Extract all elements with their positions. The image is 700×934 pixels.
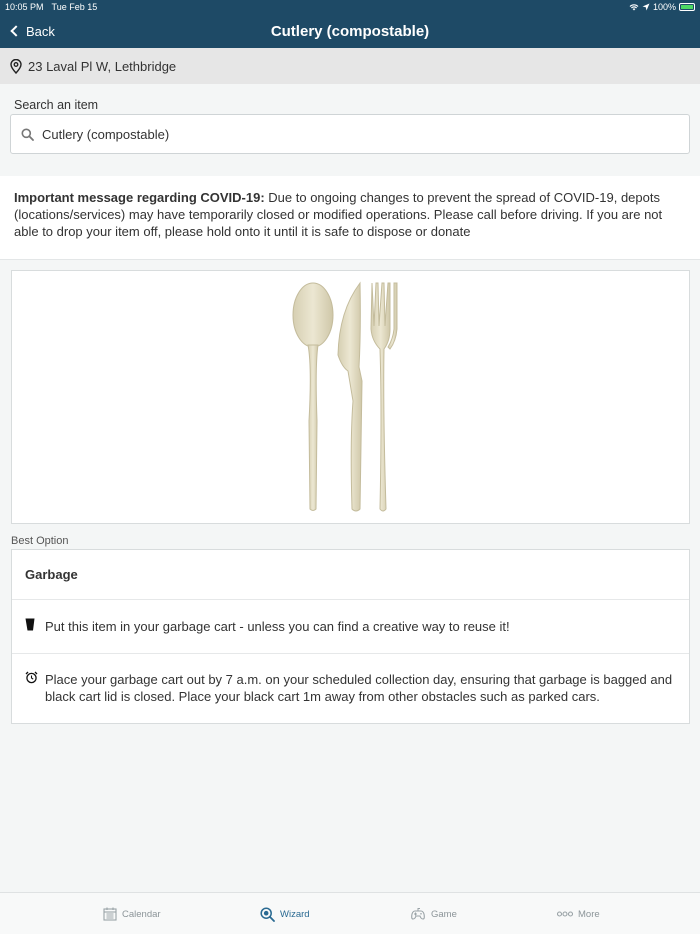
cutlery-illustration [292, 281, 398, 512]
navigation-bar: Back Cutlery (compostable) [0, 14, 700, 48]
tab-label: Wizard [280, 908, 310, 920]
item-image [11, 270, 690, 524]
tab-label: Game [431, 908, 457, 920]
search-value: Cutlery (compostable) [42, 126, 170, 142]
instruction-collection-day: Place your garbage cart out by 7 a.m. on… [45, 672, 673, 704]
page-title: Cutlery (compostable) [270, 22, 430, 40]
search-input[interactable]: Cutlery (compostable) [10, 114, 690, 154]
instruction-row: Put this item in your garbage cart - unl… [12, 600, 689, 654]
alarm-clock-icon [25, 671, 38, 684]
search-section: Search an item Cutlery (compostable) [0, 84, 700, 176]
status-date: Tue Feb 15 [51, 2, 98, 12]
battery-icon [679, 3, 695, 11]
battery-percent: 100% [652, 2, 676, 12]
instruction-row: Place your garbage cart out by 7 a.m. on… [12, 654, 689, 724]
garbage-bin-icon [25, 618, 35, 631]
fork-shape [370, 282, 398, 512]
tab-more[interactable]: More [557, 893, 600, 934]
more-icon [557, 911, 573, 917]
knife-shape [337, 281, 363, 512]
tab-wizard[interactable]: Wizard [260, 893, 310, 934]
best-option-card: Garbage Put this item in your garbage ca… [11, 549, 690, 724]
location-address: 23 Laval Pl W, Lethbridge [28, 58, 177, 74]
instruction-reuse: Put this item in your garbage cart - unl… [45, 619, 510, 634]
spoon-shape [292, 282, 334, 511]
location-bar[interactable]: 23 Laval Pl W, Lethbridge [0, 48, 700, 84]
back-label: Back [26, 23, 55, 39]
status-time: 10:05 PM [5, 2, 44, 12]
calendar-icon [103, 907, 117, 921]
wifi-icon [629, 4, 639, 11]
option-title: Garbage [12, 550, 689, 600]
chevron-left-icon [10, 25, 22, 37]
covid-heading: Important message regarding COVID-19: [14, 190, 265, 205]
location-arrow-icon [642, 3, 650, 11]
search-icon [21, 128, 34, 141]
tab-game[interactable]: Game [410, 893, 457, 934]
wizard-search-icon [260, 906, 275, 922]
tab-bar: Calendar Wizard Game More [0, 892, 700, 934]
tab-calendar[interactable]: Calendar [103, 893, 161, 934]
map-pin-icon [10, 58, 22, 74]
covid-message: Important message regarding COVID-19: Du… [0, 176, 700, 260]
search-label: Search an item [14, 98, 99, 112]
tab-label: Calendar [122, 908, 161, 920]
game-icon [411, 908, 425, 920]
status-bar: 10:05 PM Tue Feb 15 100% [0, 0, 700, 14]
best-option-label: Best Option [11, 535, 69, 547]
tab-label: More [578, 908, 600, 920]
back-button[interactable]: Back [8, 14, 55, 48]
